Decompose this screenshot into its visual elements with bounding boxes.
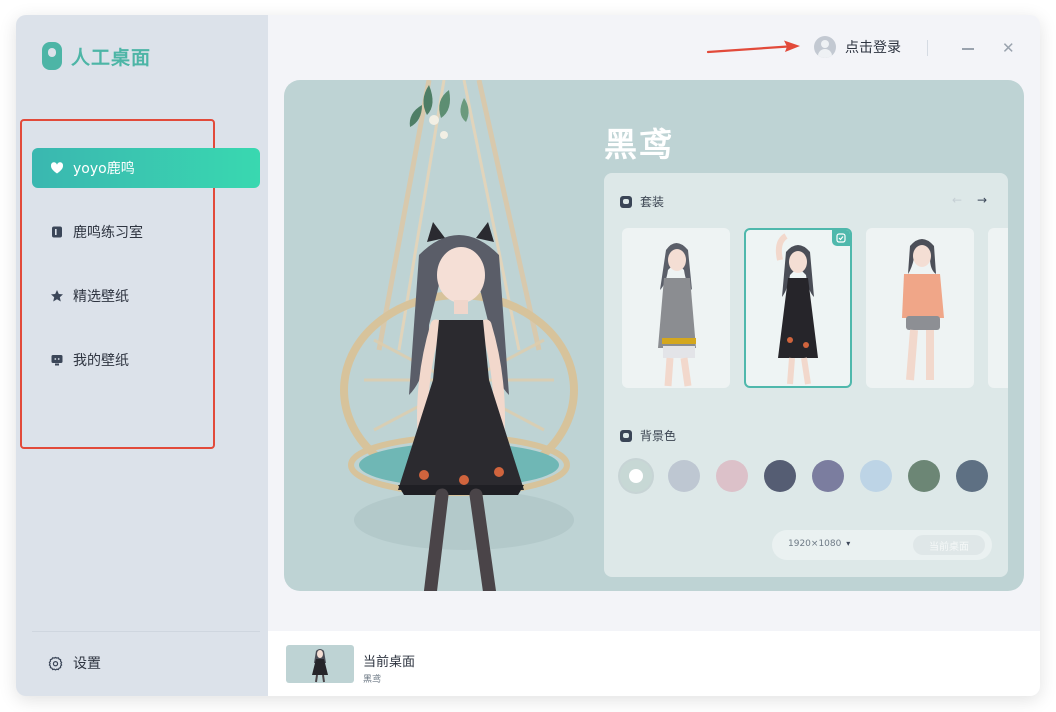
login-button[interactable]: 点击登录 — [814, 36, 901, 58]
background-color-swatch[interactable] — [764, 460, 796, 492]
outfit-icon — [620, 195, 632, 208]
background-color-swatch[interactable] — [716, 460, 748, 492]
heart-icon — [50, 161, 64, 175]
sidebar: 人工桌面 yoyo鹿鸣 鹿鸣练习室 精选壁纸 我的壁纸 设置 — [16, 15, 268, 696]
main-area: 点击登录 ✕ 黑鸢 套装 ← → 背景色 1920×1080 ▾ 当前桌面 当前… — [268, 15, 1040, 696]
user-avatar-icon — [814, 36, 836, 58]
close-icon[interactable]: ✕ — [1002, 41, 1015, 56]
sidebar-item-label: yoyo鹿鸣 — [73, 161, 135, 177]
current-desktop-label: 当前桌面 — [363, 655, 416, 670]
app-window: 人工桌面 yoyo鹿鸣 鹿鸣练习室 精选壁纸 我的壁纸 设置 点击登录 ✕ 黑鸢… — [16, 15, 1040, 696]
set-as-desktop-button[interactable]: 当前桌面 — [913, 535, 985, 555]
prev-arrow-icon[interactable]: ← — [952, 193, 962, 207]
outfit-thumbnail-2[interactable] — [744, 228, 852, 388]
background-color-swatch[interactable] — [668, 460, 700, 492]
background-section-title: 背景色 — [640, 429, 677, 443]
background-color-swatch[interactable] — [812, 460, 844, 492]
settings-label: 设置 — [73, 656, 101, 672]
background-color-swatch[interactable] — [860, 460, 892, 492]
chevron-down-icon: ▾ — [846, 539, 851, 548]
app-logo: 人工桌面 — [42, 41, 151, 71]
resolution-select[interactable]: 1920×1080 ▾ — [788, 539, 850, 549]
sidebar-item-label: 鹿鸣练习室 — [73, 225, 143, 241]
next-arrow-icon[interactable]: → — [977, 193, 987, 207]
current-desktop-thumbnail[interactable] — [286, 645, 354, 683]
character-hero-card: 黑鸢 套装 ← → 背景色 1920×1080 ▾ 当前桌面 — [284, 80, 1024, 591]
outfit-preview-image — [902, 239, 944, 381]
sidebar-item-yoyo[interactable]: yoyo鹿鸣 — [32, 148, 260, 188]
palette-icon — [620, 429, 632, 442]
outfit-section-header: 套装 — [620, 193, 664, 210]
minimize-icon[interactable] — [962, 48, 974, 50]
background-section-header: 背景色 — [620, 427, 676, 444]
selected-check-icon — [832, 230, 850, 246]
outfit-preview-image — [658, 243, 696, 387]
star-icon — [50, 289, 64, 303]
set-as-desktop-label: 当前桌面 — [929, 541, 969, 553]
door-icon — [50, 225, 64, 239]
sidebar-item-label: 精选壁纸 — [73, 289, 129, 305]
resolution-value: 1920×1080 — [788, 539, 842, 549]
sidebar-item-featured-wallpapers[interactable]: 精选壁纸 — [32, 276, 260, 316]
background-color-swatch[interactable] — [908, 460, 940, 492]
outfit-thumbnail-1[interactable] — [622, 228, 730, 388]
outfit-section-title: 套装 — [640, 195, 665, 209]
outfit-thumbnail-4-partial[interactable] — [988, 228, 1008, 388]
outfit-thumbnail-3[interactable] — [866, 228, 974, 388]
current-desktop-bar: 当前桌面 黑鸢 — [268, 631, 1040, 696]
customize-panel: 套装 ← → 背景色 1920×1080 ▾ 当前桌面 — [604, 173, 1008, 577]
logo-icon — [42, 42, 62, 70]
header-divider — [927, 40, 928, 56]
login-label: 点击登录 — [845, 40, 901, 56]
sidebar-item-label: 我的壁纸 — [73, 353, 129, 369]
sidebar-divider — [32, 631, 260, 632]
current-desktop-name: 黑鸢 — [363, 675, 382, 685]
skin-name-title: 黑鸢 — [604, 125, 674, 164]
settings-button[interactable]: 设置 — [48, 653, 101, 673]
background-color-swatch[interactable] — [620, 460, 652, 492]
sidebar-item-my-wallpapers[interactable]: 我的壁纸 — [32, 340, 260, 380]
logo-text: 人工桌面 — [71, 46, 152, 69]
current-desktop-preview — [312, 649, 328, 683]
background-color-swatch[interactable] — [956, 460, 988, 492]
sidebar-item-practice-room[interactable]: 鹿鸣练习室 — [32, 212, 260, 252]
monitor-icon — [50, 353, 64, 367]
apply-bar: 1920×1080 ▾ 当前桌面 — [772, 530, 992, 560]
character-figure — [340, 80, 578, 591]
annotation-arrow — [706, 40, 800, 54]
outfit-preview-image — [775, 233, 818, 385]
gear-icon — [48, 656, 63, 671]
